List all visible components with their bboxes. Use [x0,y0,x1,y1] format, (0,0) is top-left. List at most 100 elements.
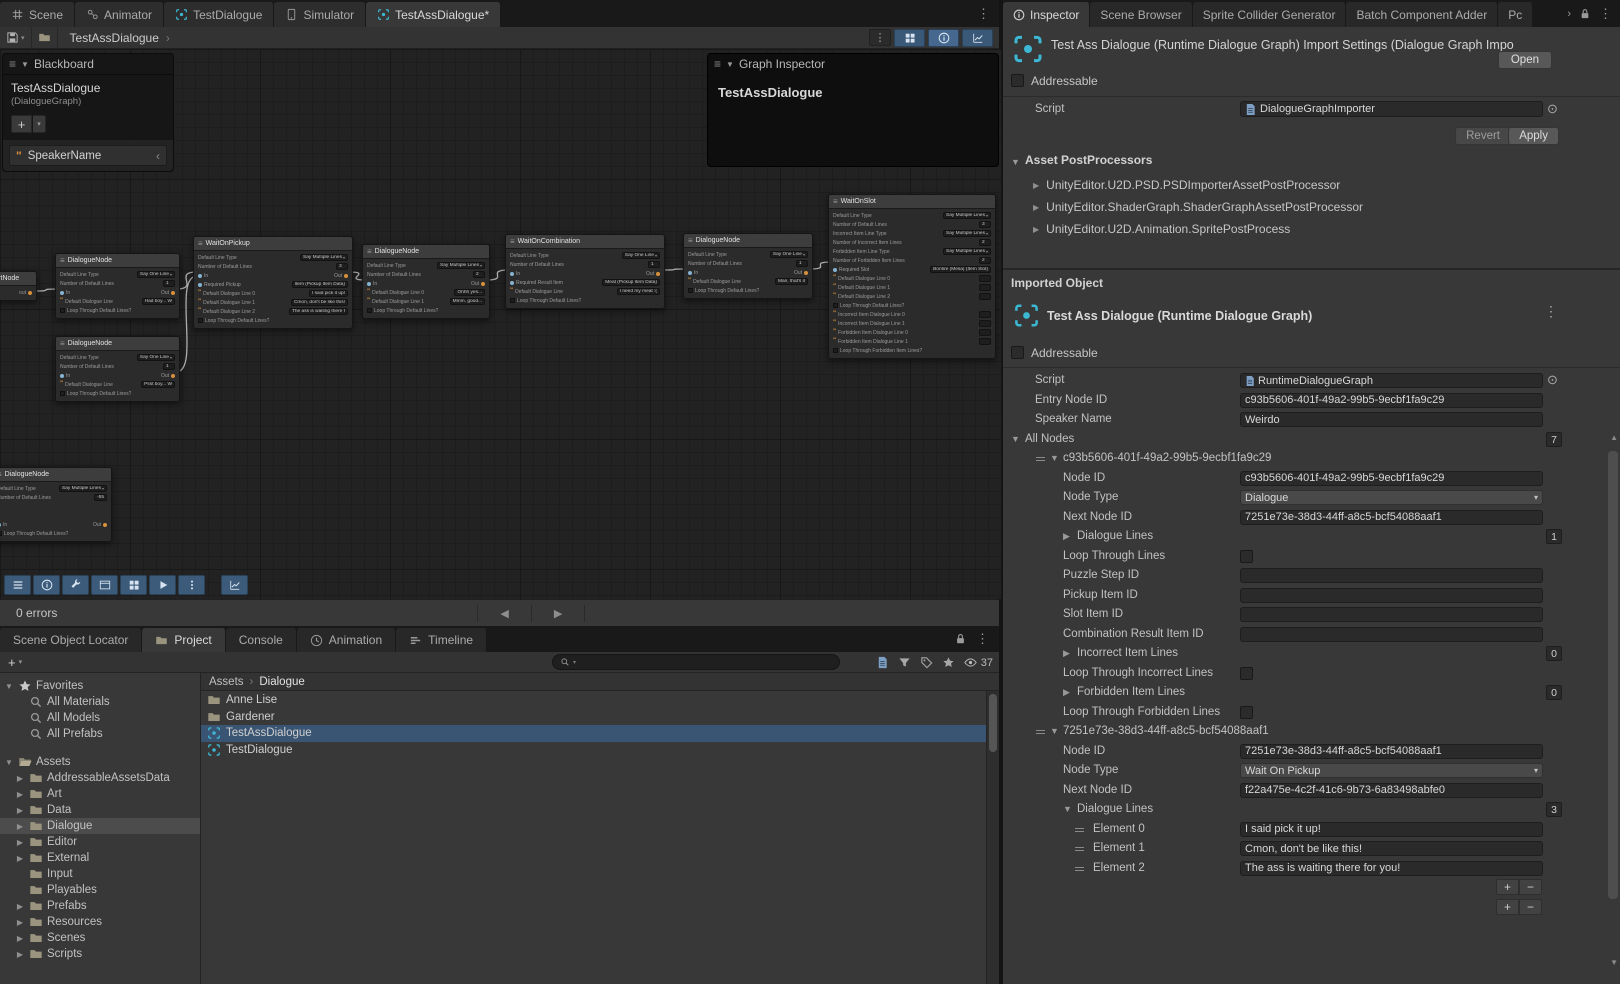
output-port[interactable] [656,272,660,276]
project-item-testassdialogue[interactable]: TestAssDialogue [201,725,986,742]
list-toggle-button[interactable] [4,575,31,595]
drag-handle[interactable] [1075,847,1084,851]
array-add-button[interactable]: + [1496,879,1519,895]
array-size-field[interactable]: 0 [1546,646,1562,661]
input-port[interactable] [510,272,514,276]
node-line-field[interactable]: I need my meat :( [617,288,660,295]
save-asset-button[interactable]: ▾ [0,27,32,49]
node-line-field[interactable]: Had boy... W [142,298,175,305]
revert-button[interactable]: Revert [1455,127,1511,145]
node-line-field[interactable]: Cmon, don't be like this! [291,299,348,306]
addressable-checkbox[interactable] [1011,346,1024,359]
graph-inspector-toggle[interactable] [962,29,993,47]
postprocessor-item[interactable]: ▶UnityEditor.ShaderGraph.ShaderGraphAsse… [1003,196,1620,218]
panel-menu-icon[interactable]: ⋮ [976,631,989,647]
node-title-bar[interactable]: ≡DialogueNode [56,254,179,268]
node-value-field[interactable]: 2 [473,271,485,278]
node-value-field[interactable]: 1 [163,363,175,370]
puzzle-step-id-field[interactable] [1240,568,1543,583]
scroll-up-icon[interactable]: ▲ [1610,433,1618,442]
output-port[interactable] [103,523,107,527]
array-add-button[interactable]: + [1496,899,1519,915]
foldout-arrow[interactable]: ▼ [1063,804,1072,814]
node-checkbox[interactable] [367,308,372,313]
element-0-field[interactable]: I said pick it up! [1240,822,1543,837]
output-port[interactable] [804,271,808,275]
foldout-arrow[interactable]: ▶ [15,902,25,911]
script-field[interactable]: RuntimeDialogueGraph [1240,373,1543,388]
speaker-name-field[interactable]: Weirdo [1240,412,1543,427]
graph-inspector-header[interactable]: ≡ ▼ Graph Inspector [708,54,998,75]
node-dropdown[interactable]: Say One Line▾ [137,354,175,361]
project-item-anne-lise[interactable]: Anne Lise [201,692,986,709]
node-dropdown[interactable]: Say One Line▾ [137,271,175,278]
editor-tab-animator[interactable]: Animator [75,2,164,27]
node-checkbox[interactable] [688,288,693,293]
foldout-arrow[interactable]: ▶ [15,934,25,943]
chart-toggle-button[interactable] [221,575,248,595]
inspector-menu-icon[interactable]: ⋮ [1599,6,1612,22]
loop-through-incorrect-lines-checkbox[interactable] [1240,667,1253,680]
save-search-icon[interactable] [876,656,889,669]
node-object-field[interactable]: Bonfire (Mesa) (Item Slot) [930,266,991,273]
node-title-bar[interactable]: ≡DialogueNode [363,245,489,259]
node-value-field[interactable]: 1 [648,261,660,268]
node-checkbox[interactable] [198,318,203,323]
node-value-field[interactable]: 2 [979,257,991,264]
output-port[interactable] [344,274,348,278]
blackboard-header[interactable]: ≡ ▼ Blackboard [3,54,173,75]
node-line-field[interactable]: Mmm, good... [450,298,485,305]
script-field[interactable]: DialogueGraphImporter [1240,101,1543,117]
scrollbar-thumb[interactable] [989,694,997,752]
foldout-arrow[interactable]: ▶ [1063,687,1070,698]
node-value-field[interactable]: -55 [94,494,107,501]
node-value-field[interactable]: 1 [796,260,808,267]
next-error-button[interactable]: ▶ [542,607,574,620]
foldout-arrow[interactable]: ▶ [1033,225,1039,234]
output-port[interactable] [171,291,175,295]
node-title-bar[interactable]: ≡DialogueNode [0,468,111,482]
node-dropdown[interactable]: Say Multiple Lines▾ [59,485,107,492]
breadcrumb-assets[interactable]: Assets [209,676,244,688]
node-dropdown[interactable]: Say Multiple Lines▾ [943,230,991,237]
favorite-item-all-materials[interactable]: All Materials [0,694,200,710]
array-size-field[interactable]: 0 [1546,685,1562,700]
foldout-arrow[interactable]: ▶ [15,838,25,847]
previous-error-button[interactable]: ◀ [488,607,520,620]
node-line-field[interactable]: Man, that's it [775,278,808,285]
wrench-toggle-button[interactable] [62,575,89,595]
scroll-down-icon[interactable]: ▼ [1610,958,1618,967]
combination-result-item-id-field[interactable] [1240,627,1543,642]
foldout-arrow[interactable]: ▼ [1050,453,1059,463]
graph-node-startnode[interactable]: ≡StartNodeout [0,271,37,301]
graph-node-dialoguenode[interactable]: ≡DialogueNodeDefault Line TypeSay One Li… [55,336,180,402]
tree-folder-scripts[interactable]: ▶Scripts [0,946,200,962]
foldout-arrow[interactable]: ▼ [4,682,14,691]
entry-node-id-field[interactable]: c93b5606-401f-49a2-99b5-9ecbf1fa9c29 [1240,393,1543,408]
node-object-field[interactable]: Meat (Pickup Item Data) [602,279,660,286]
node-line-field[interactable] [979,320,991,327]
node-title-bar[interactable]: ≡DialogueNode [684,234,812,248]
node-line-field[interactable] [979,338,991,345]
tree-folder-art[interactable]: ▶Art [0,786,200,802]
node-checkbox[interactable] [510,298,515,303]
blackboard-toggle[interactable] [894,29,925,47]
element-1-field[interactable]: Cmon, don't be like this! [1240,841,1543,856]
element-2-field[interactable]: The ass is waiting there for you! [1240,861,1543,876]
node-dropdown[interactable]: Say One Line▾ [770,251,808,258]
input-port[interactable] [60,374,64,378]
bottom-tab-scene-object-locator[interactable]: Scene Object Locator [0,628,142,652]
array-remove-button[interactable]: − [1519,899,1542,915]
node-title-bar[interactable]: ≡DialogueNode [56,337,179,351]
foldout-arrow[interactable]: ▶ [1033,181,1039,190]
inspector-scrollbar[interactable]: ▲ ▼ [1608,445,1618,965]
panel-toggle-button[interactable] [91,575,118,595]
node-checkbox[interactable] [60,391,65,396]
inspector-tab-sprite-collider-generator[interactable]: Sprite Collider Generator [1193,2,1347,27]
editor-tab-scene[interactable]: Scene [0,2,75,27]
dialogue-graph-canvas[interactable]: ≡StartNodeout ≡DialogueNodeDefault Line T… [0,49,1001,599]
bottom-tab-timeline[interactable]: Timeline [396,628,487,652]
collapse-arrow-icon[interactable]: ▼ [21,60,29,69]
open-button[interactable]: Open [1498,51,1552,69]
foldout-arrow[interactable]: ▶ [15,822,25,831]
